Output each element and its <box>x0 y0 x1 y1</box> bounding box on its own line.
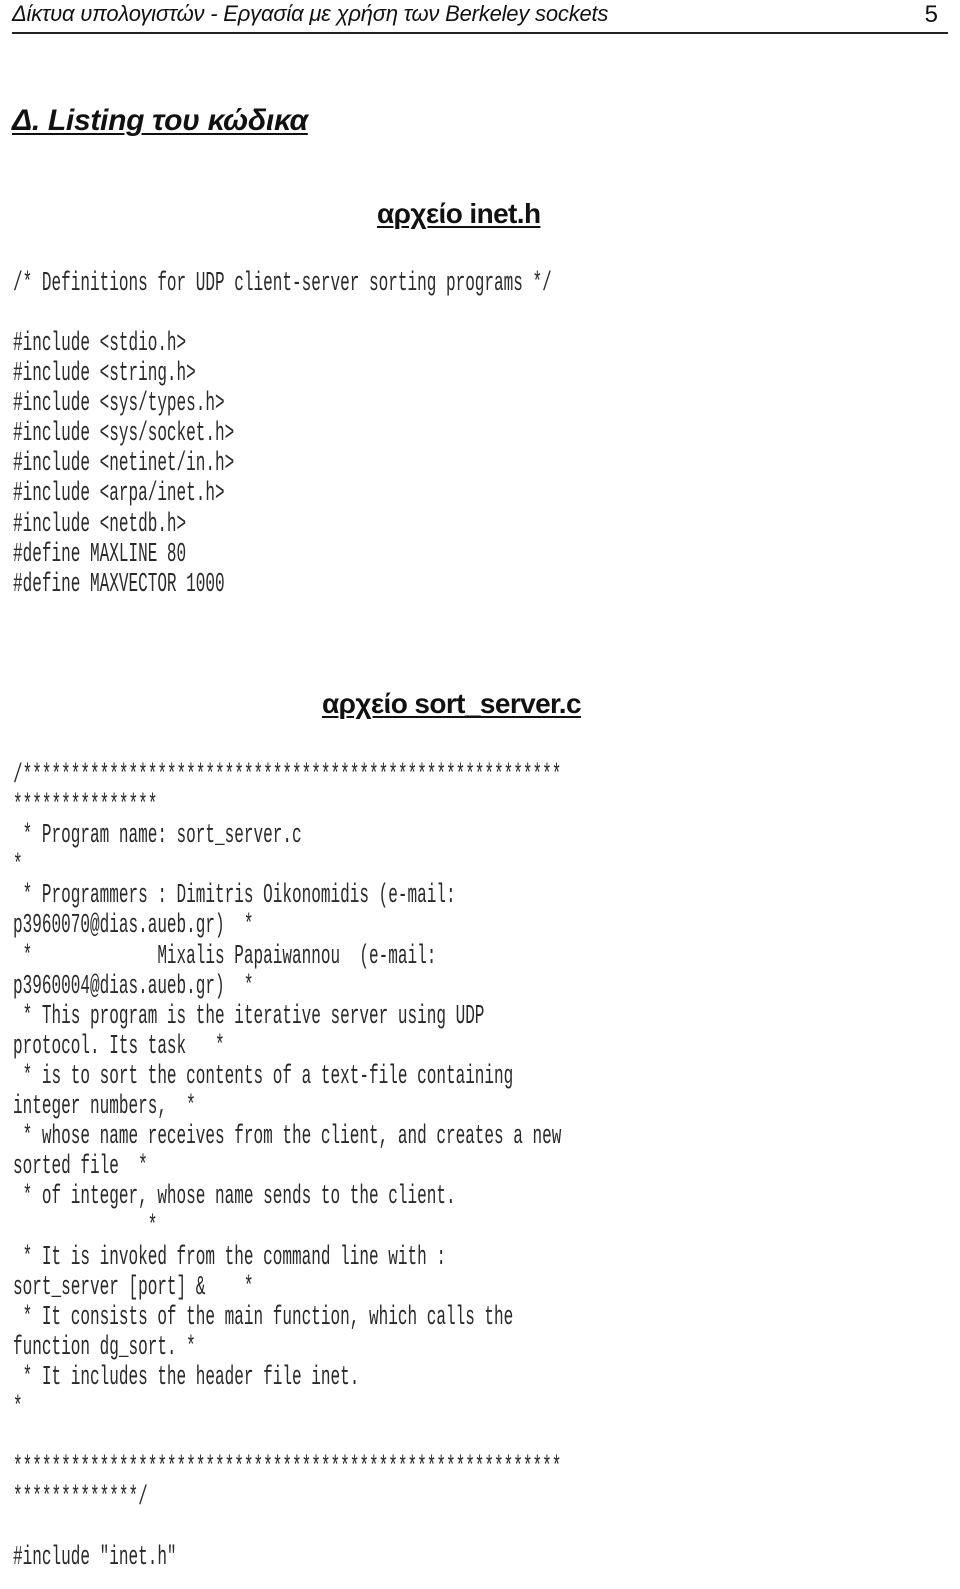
code-line: #include <netdb.h> <box>13 508 187 539</box>
running-header: Δίκτυα υπολογιστών - Εργασία με χρήση τω… <box>12 0 948 34</box>
code-line: * This program is the iterative server u… <box>13 1000 485 1031</box>
file-heading-sort-server-c: αρχείο sort_server.c <box>322 688 582 719</box>
code-line: * Programmers : Dimitris Oikonomidis (e-… <box>13 880 456 911</box>
code-line: * of integer, whose name sends to the cl… <box>13 1181 456 1212</box>
code-line: function dg_sort. * <box>13 1331 196 1362</box>
code-line: * It consists of the main function, whic… <box>13 1301 514 1332</box>
code-line: #include <sys/types.h> <box>13 388 225 419</box>
code-line: #include "inet.h" <box>13 1542 177 1573</box>
code-line: #include <netinet/in.h> <box>13 448 235 479</box>
code-line: * <box>13 1391 23 1422</box>
code-line: *************/ <box>13 1482 148 1513</box>
code-line: p3960070@dias.aueb.gr) * <box>13 910 254 941</box>
file-heading-inet-h: αρχείο inet.h <box>377 198 541 229</box>
document-title: Δίκτυα υπολογιστών - Εργασία με χρήση τω… <box>12 1 609 26</box>
code-line: * Mixalis Papaiwannou (e-mail: <box>13 940 437 971</box>
code-line: /* Definitions for UDP client-server sor… <box>13 268 552 298</box>
code-line: /***************************************… <box>13 760 562 790</box>
code-line: * Program name: sort_server.c <box>13 820 302 851</box>
code-line: #include <stdio.h> <box>13 328 187 358</box>
inet-h-code: #include <stdio.h> #include <string.h> #in… <box>13 328 234 599</box>
code-line: * It includes the header file inet. <box>13 1361 360 1392</box>
code-line: ****************************************… <box>13 1452 562 1483</box>
code-line: * <box>13 850 23 881</box>
page-number: 5 <box>924 1 938 28</box>
sort-server-header-comment: /***************************************… <box>13 760 561 1573</box>
code-line: integer numbers, * <box>13 1091 196 1122</box>
code-line: sorted file * <box>13 1151 148 1182</box>
code-line: * is to sort the contents of a text-file… <box>13 1060 514 1091</box>
code-line: #define MAXVECTOR 1000 <box>13 568 225 599</box>
code-line: * whose name receives from the client, a… <box>13 1121 562 1152</box>
code-line: #include <sys/socket.h> <box>13 418 235 449</box>
code-line: #include <arpa/inet.h> <box>13 478 225 509</box>
code-line: * <box>13 1211 158 1242</box>
inet-h-comment: /* Definitions for UDP client-server sor… <box>13 268 552 298</box>
code-line: #include <string.h> <box>13 358 196 389</box>
code-line: #define MAXLINE 80 <box>13 538 187 569</box>
code-line: *************** <box>13 790 158 821</box>
section-heading: Δ. Listing του κώδικα <box>12 104 308 137</box>
code-line: * It is invoked from the command line wi… <box>13 1241 446 1272</box>
code-line: protocol. Its task * <box>13 1030 225 1061</box>
code-line: sort_server [port] & * <box>13 1271 254 1302</box>
code-line: p3960004@dias.aueb.gr) * <box>13 970 254 1001</box>
